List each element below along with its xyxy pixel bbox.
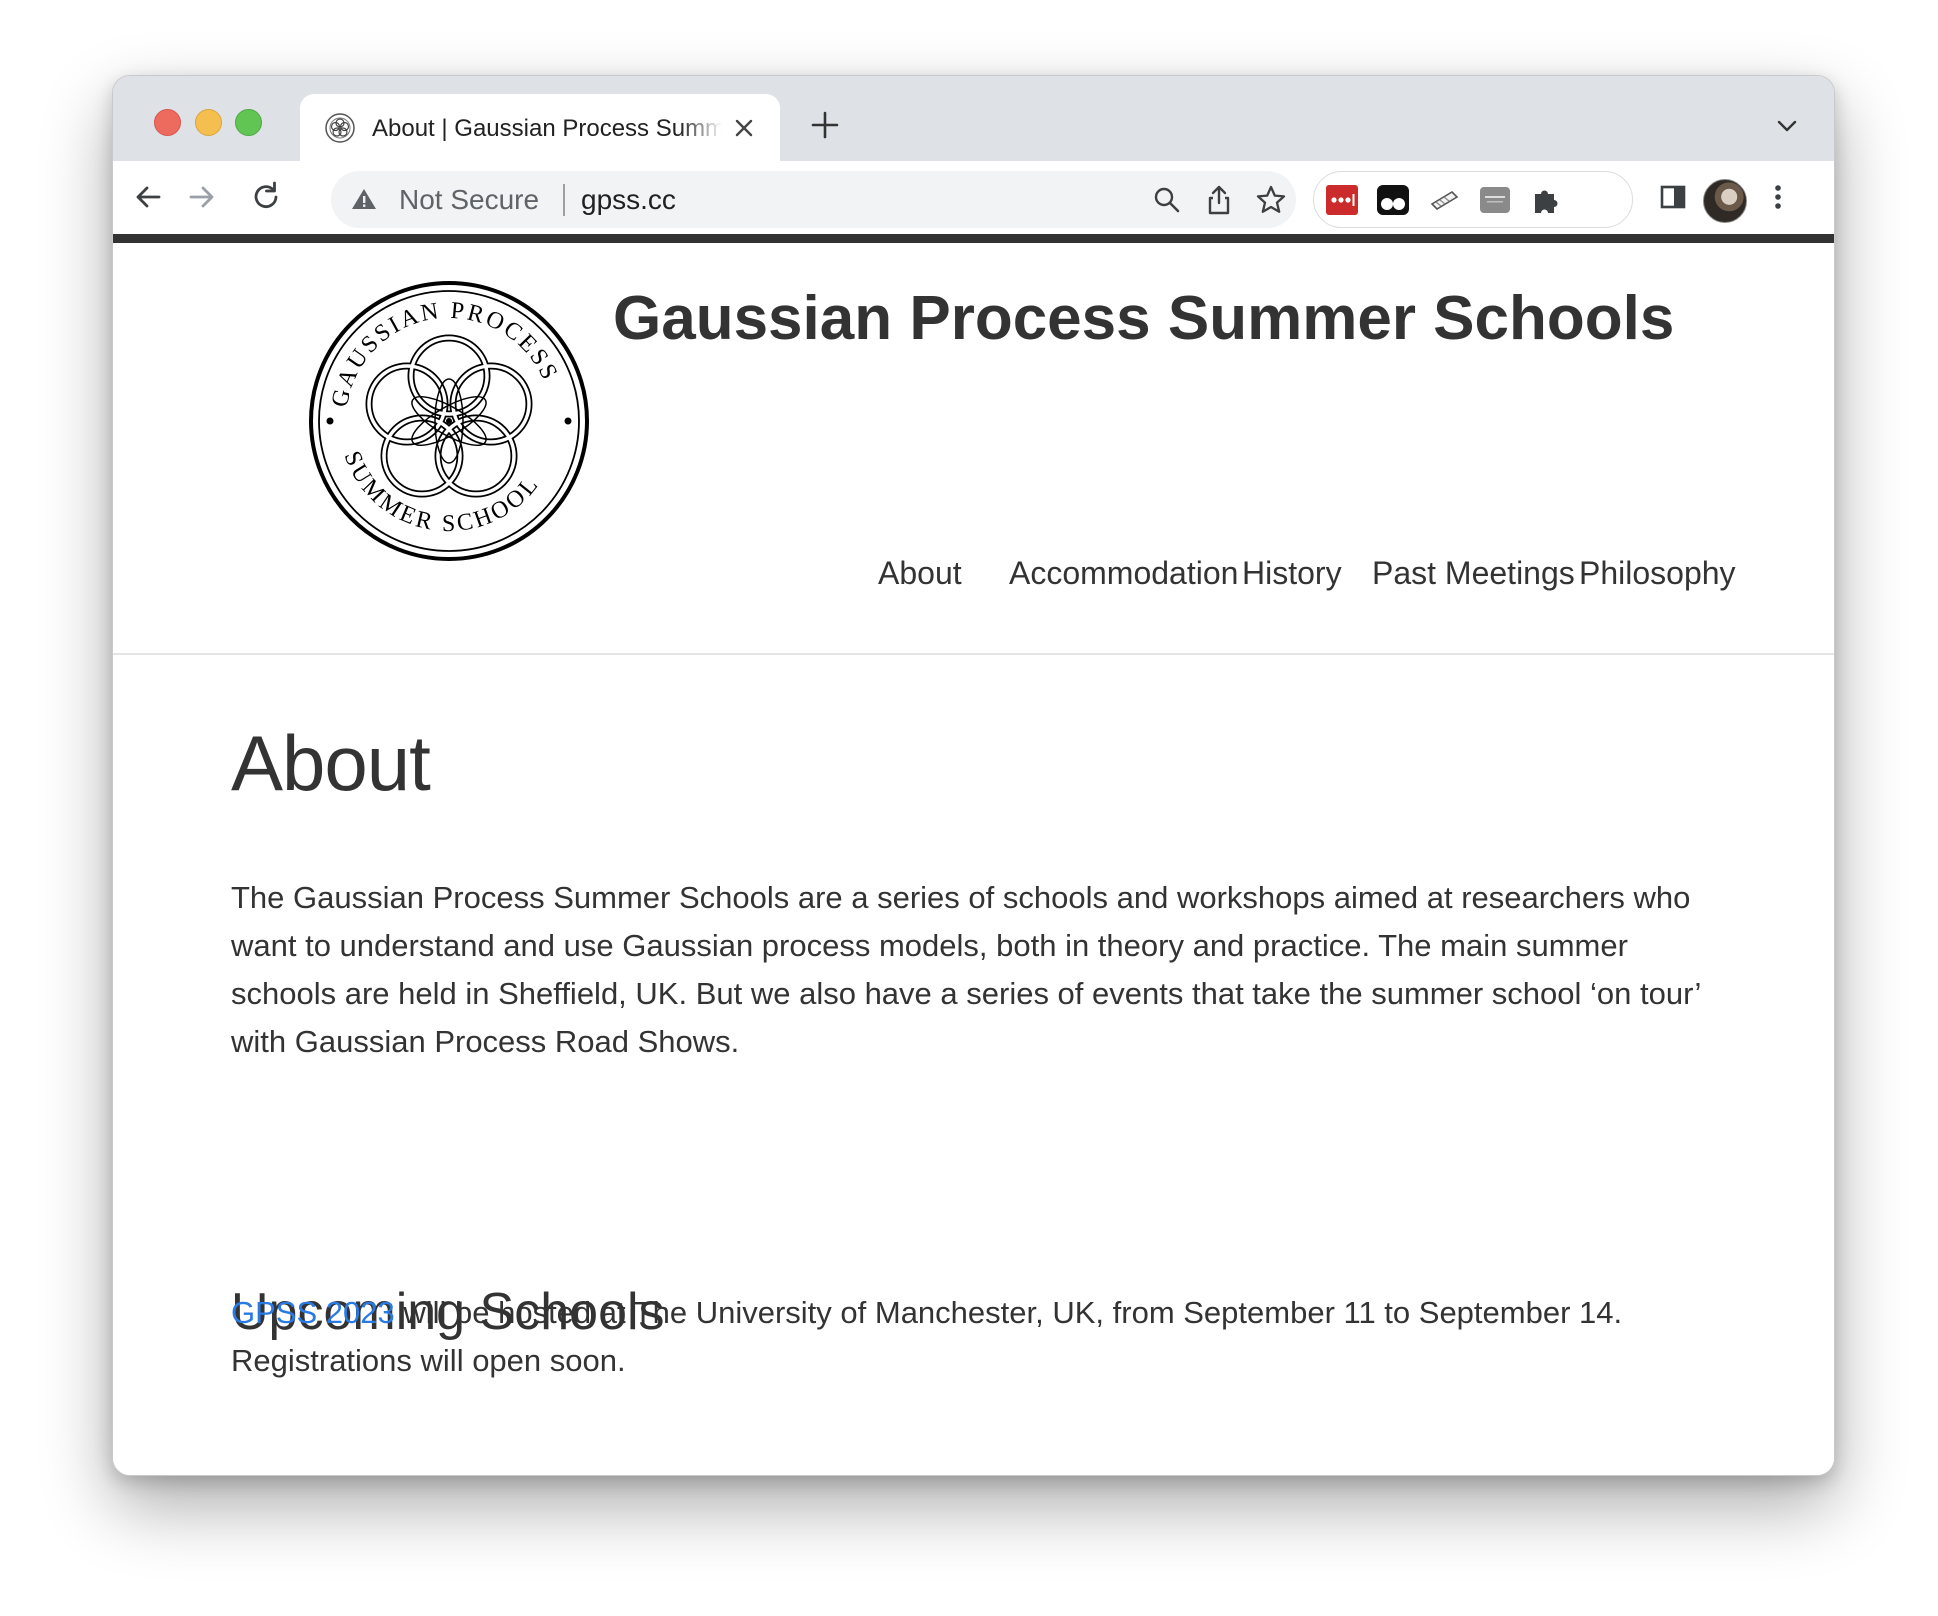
upcoming-text: will be hosted at The University of Manc… (231, 1295, 1623, 1378)
new-tab-icon[interactable] (809, 109, 841, 141)
close-window-button[interactable] (154, 109, 181, 136)
warning-icon[interactable] (351, 187, 377, 211)
security-status-label[interactable]: Not Secure (399, 182, 539, 218)
browser-tab[interactable]: About | Gaussian Process Summer Schools (300, 94, 780, 161)
site-top-bar (113, 234, 1834, 243)
browser-window: About | Gaussian Process Summer Schools (112, 75, 1835, 1476)
page-title: About (231, 719, 431, 807)
back-arrow-icon[interactable] (129, 178, 167, 216)
share-icon[interactable] (1203, 184, 1235, 216)
puzzle-extensions-icon[interactable] (1529, 184, 1563, 216)
upcoming-paragraph: GPSS 2023 will be hosted at The Universi… (231, 1289, 1761, 1385)
omnibox-divider (563, 184, 565, 216)
web-page: GAUSSIAN PROCESS SUMMER SCHOOL Gaussian … (113, 243, 1834, 1475)
chevron-down-icon[interactable] (1775, 116, 1799, 136)
extensions-group (1313, 171, 1633, 228)
header-divider (113, 653, 1834, 655)
site-title[interactable]: Gaussian Process Summer Schools (613, 279, 1674, 359)
address-bar[interactable]: Not Secure gpss.cc (331, 171, 1296, 228)
reload-icon[interactable] (247, 178, 285, 216)
maximize-window-button[interactable] (235, 109, 262, 136)
lastpass-extension-icon[interactable] (1325, 184, 1359, 216)
nav-philosophy[interactable]: Philosophy (1579, 549, 1736, 597)
tab-favicon-icon (325, 113, 355, 143)
search-icon[interactable] (1151, 184, 1183, 216)
nav-past-meetings[interactable]: Past Meetings (1372, 549, 1575, 597)
avatar[interactable] (1703, 179, 1747, 223)
intro-paragraph: The Gaussian Process Summer Schools are … (231, 880, 1701, 1059)
side-panel-icon[interactable] (1656, 178, 1690, 216)
edit-extension-icon[interactable] (1427, 184, 1461, 216)
tampermonkey-extension-icon[interactable] (1376, 184, 1410, 216)
bookmark-star-icon[interactable] (1255, 184, 1287, 216)
kebab-menu-icon[interactable] (1761, 178, 1795, 216)
nav-accommodation[interactable]: Accommodation (1009, 549, 1238, 597)
site-nav: About Accommodation History Past Meeting… (763, 549, 1828, 597)
nav-history[interactable]: History (1242, 549, 1342, 597)
gpss-2023-link[interactable]: GPSS 2023 (231, 1295, 395, 1330)
tab-title: About | Gaussian Process Summer Schools (372, 115, 722, 142)
close-tab-icon[interactable] (730, 114, 758, 142)
nav-about[interactable]: About (878, 549, 962, 597)
browser-toolbar: Not Secure gpss.cc (113, 161, 1834, 234)
minimize-window-button[interactable] (195, 109, 222, 136)
tab-strip: About | Gaussian Process Summer Schools (113, 76, 1834, 161)
forward-arrow-icon[interactable] (183, 178, 221, 216)
url-text[interactable]: gpss.cc (581, 182, 676, 218)
gray-extension-icon[interactable] (1478, 184, 1512, 216)
gpss-logo[interactable]: GAUSSIAN PROCESS SUMMER SCHOOL (308, 280, 590, 562)
